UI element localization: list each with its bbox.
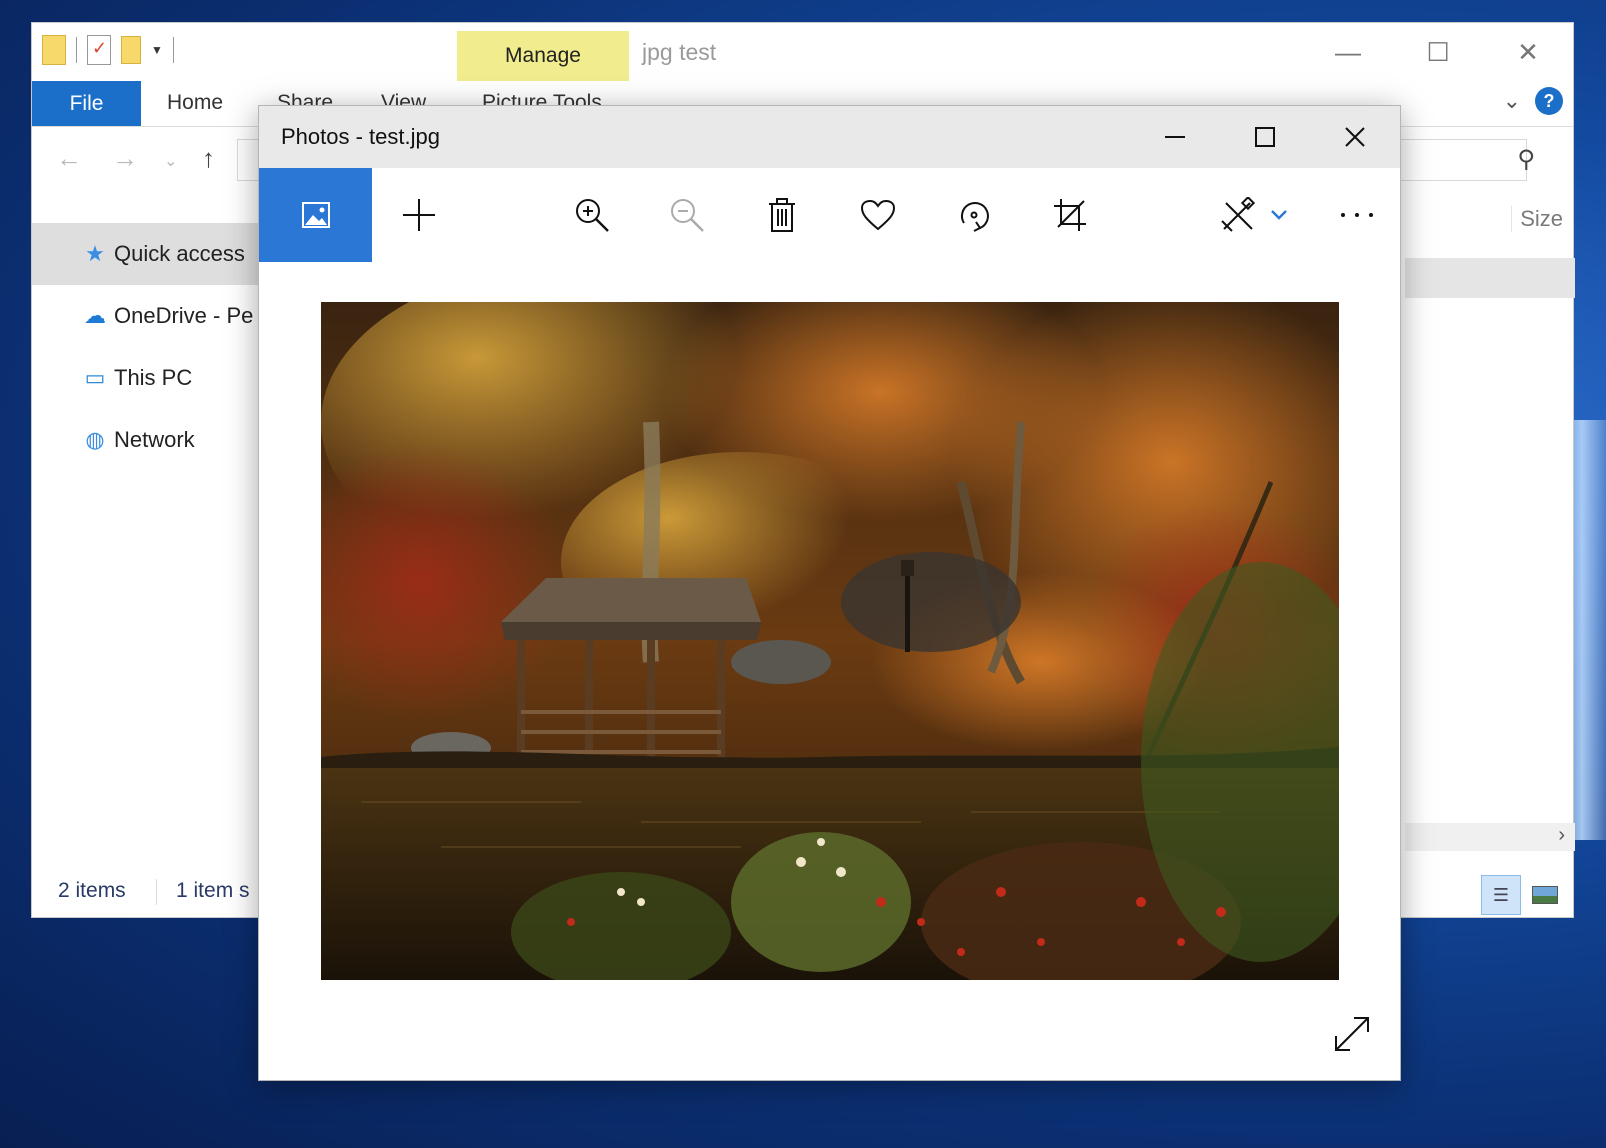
explorer-titlebar: ▼ Manage jpg test — ☐ ✕ — [32, 23, 1573, 81]
heart-icon — [860, 199, 896, 231]
maximize-button[interactable]: ☐ — [1393, 23, 1483, 81]
folder-icon[interactable] — [42, 35, 66, 65]
edit-create-button[interactable] — [1209, 168, 1299, 262]
more-options-button[interactable] — [1327, 168, 1387, 262]
sidebar-item-this-pc[interactable]: ▭ This PC — [32, 347, 262, 409]
scroll-right-icon[interactable]: › — [1558, 824, 1565, 847]
quick-access-toolbar: ▼ — [42, 35, 174, 65]
rotate-button[interactable] — [944, 168, 1004, 262]
plus-icon — [403, 199, 435, 231]
qat-dropdown-icon[interactable]: ▼ — [151, 43, 163, 57]
details-view-icon[interactable]: ☰ — [1481, 875, 1521, 915]
minimize-button[interactable] — [1130, 106, 1220, 168]
chevron-down-icon — [1271, 210, 1287, 220]
photos-titlebar: Photos - test.jpg — [259, 106, 1400, 168]
status-separator — [156, 879, 157, 905]
zoom-in-icon — [576, 199, 609, 232]
zoom-in-button[interactable] — [562, 168, 622, 262]
crop-icon — [1054, 199, 1086, 231]
sidebar-item-quick-access[interactable]: ★ Quick access — [32, 223, 262, 285]
photos-app-window: Photos - test.jpg — [258, 105, 1401, 1081]
selected-file-row[interactable] — [1405, 258, 1575, 298]
trash-icon — [769, 198, 795, 232]
column-header-size[interactable]: Size — [1511, 206, 1563, 232]
selection-count: 1 item s — [176, 879, 250, 902]
horizontal-scrollbar[interactable]: › — [1405, 823, 1575, 851]
image-icon — [301, 202, 330, 228]
crop-button[interactable] — [1040, 168, 1100, 262]
favorite-button[interactable] — [848, 168, 908, 262]
properties-icon[interactable] — [87, 35, 111, 65]
sidebar-item-network[interactable]: ◍ Network — [32, 409, 262, 471]
photos-window-title: Photos - test.jpg — [281, 124, 440, 149]
more-icon — [1341, 213, 1373, 217]
delete-button[interactable] — [752, 168, 812, 262]
large-icons-view-icon[interactable] — [1525, 875, 1565, 915]
full-screen-expand-icon[interactable] — [1332, 1014, 1372, 1054]
help-icon[interactable]: ? — [1535, 87, 1563, 115]
sidebar-item-label: This PC — [114, 365, 193, 390]
ribbon-right-controls: ⌄ ? — [1503, 87, 1573, 115]
item-count: 2 items — [58, 879, 126, 902]
close-button[interactable]: ✕ — [1483, 23, 1573, 81]
qat-separator — [76, 37, 77, 63]
network-icon: ◍ — [85, 427, 105, 452]
tab-manage[interactable]: Manage — [457, 31, 629, 81]
up-arrow-icon[interactable]: ↑ — [202, 143, 215, 174]
photos-window-controls — [1130, 106, 1400, 168]
cloud-icon: ☁ — [84, 303, 106, 328]
expand-ribbon-chevron-icon[interactable]: ⌄ — [1503, 88, 1521, 114]
rotate-icon — [961, 202, 989, 232]
photos-toolbar — [259, 168, 1400, 262]
add-to-button[interactable] — [389, 168, 449, 262]
sidebar-item-label: Quick access — [114, 241, 245, 266]
zoom-out-icon — [671, 199, 704, 232]
view-toggle-buttons: ☰ — [1481, 875, 1565, 915]
new-folder-icon[interactable] — [121, 36, 141, 64]
maximize-button[interactable] — [1220, 106, 1310, 168]
see-all-photos-button[interactable] — [259, 168, 372, 262]
star-icon: ★ — [85, 241, 105, 266]
photo-display[interactable] — [321, 302, 1339, 980]
explorer-window-controls: — ☐ ✕ — [1303, 23, 1573, 81]
tab-file[interactable]: File — [32, 81, 141, 126]
tab-home[interactable]: Home — [167, 91, 223, 115]
edit-create-icon — [1221, 197, 1256, 232]
sidebar-item-label: Network — [114, 427, 195, 452]
navigation-pane: ★ Quick access ☁ OneDrive - Pe ▭ This PC… — [32, 223, 262, 471]
window-title: jpg test — [642, 39, 717, 65]
sidebar-item-onedrive[interactable]: ☁ OneDrive - Pe — [32, 285, 262, 347]
close-button[interactable] — [1310, 106, 1400, 168]
computer-icon: ▭ — [84, 365, 106, 390]
search-icon[interactable]: ⚲ — [1517, 145, 1535, 174]
autumn-gazebo-photo — [321, 302, 1339, 980]
zoom-out-button[interactable] — [657, 168, 717, 262]
recent-locations-chevron-icon[interactable]: ⌄ — [164, 151, 177, 171]
back-arrow-icon[interactable]: ← — [56, 143, 82, 174]
minimize-button[interactable]: — — [1303, 23, 1393, 81]
qat-separator — [172, 37, 174, 63]
sidebar-item-label: OneDrive - Pe — [114, 303, 254, 328]
forward-arrow-icon[interactable]: → — [112, 143, 138, 174]
